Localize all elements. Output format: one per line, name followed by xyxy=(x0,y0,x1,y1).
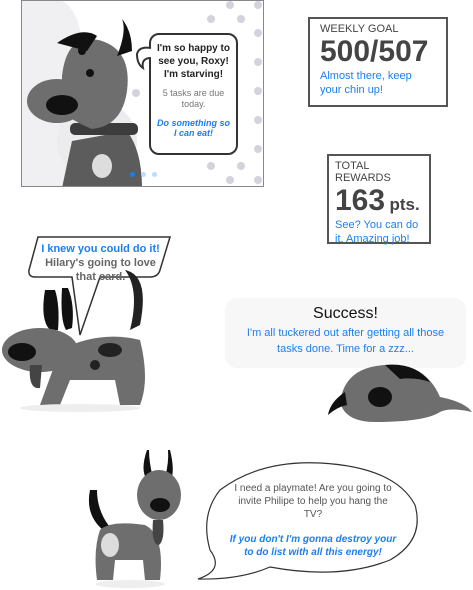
success-message: I'm all tuckered out after getting all t… xyxy=(246,327,445,355)
bubble-greeting: I'm so happy to see you, Roxy! I'm starv… xyxy=(157,43,230,80)
playmate-bubble-text: I need a playmate! Are you going to invi… xyxy=(228,482,398,559)
total-rewards-label: TOTAL REWARDS xyxy=(335,160,391,184)
total-rewards-value: 163 xyxy=(335,184,386,217)
bubble-tail xyxy=(135,46,152,71)
dog-standing-illustration xyxy=(88,450,181,588)
total-rewards-message: See? You can do it. Amazing job! xyxy=(335,219,419,245)
pager-dot[interactable] xyxy=(141,172,146,177)
bubble-text: Hilary's going to love that card. xyxy=(45,257,156,283)
weekly-goal-value: 500/507 xyxy=(320,35,429,68)
total-rewards-card: TOTAL REWARDS 163 pts. See? You can do i… xyxy=(327,154,431,245)
bubble-text: I need a playmate! Are you going to invi… xyxy=(234,483,392,520)
bubble-call-to-action: Do something so I can eat! xyxy=(156,118,230,138)
speech-bubble: I'm so happy to see you, Roxy! I'm starv… xyxy=(149,33,238,155)
dog-sleeping-illustration xyxy=(328,364,472,422)
weekly-goal-message: Almost there, keep your chin up! xyxy=(320,70,412,96)
bubble-highlight: If you don't I'm gonna destroy your to d… xyxy=(229,534,397,558)
pager-dot-active[interactable] xyxy=(130,172,135,177)
weekly-goal-card: WEEKLY GOAL 500/507 Almost there, keep y… xyxy=(308,17,448,107)
success-title: Success! xyxy=(313,305,378,322)
pager-dot[interactable] xyxy=(152,172,157,177)
weekly-goal-label: WEEKLY GOAL xyxy=(320,23,399,35)
playing-dog-bubble: I knew you could do it! Hilary's going t… xyxy=(38,242,163,284)
total-rewards-unit: pts. xyxy=(389,195,420,214)
onboarding-card: I'm so happy to see you, Roxy! I'm starv… xyxy=(21,0,264,187)
bubble-tasks-due: 5 tasks are due today. xyxy=(162,88,225,109)
bubble-highlight: I knew you could do it! xyxy=(41,243,160,255)
